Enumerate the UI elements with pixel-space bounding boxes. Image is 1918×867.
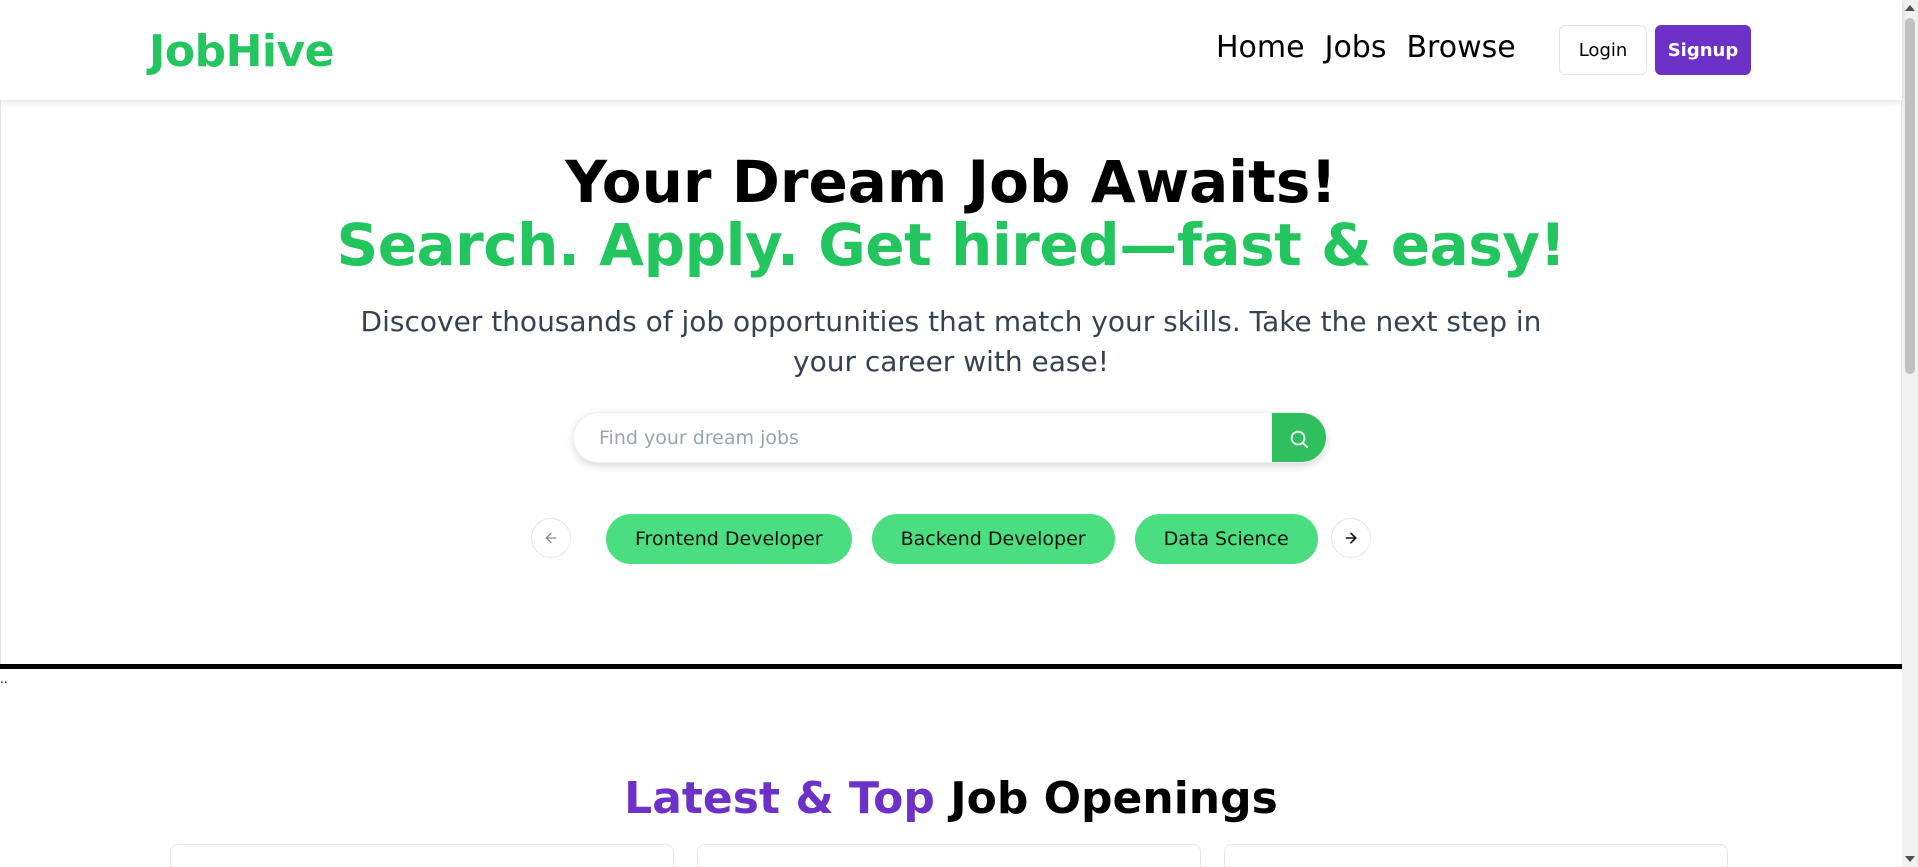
hero-description: Discover thousands of job opportunities … — [360, 305, 1542, 378]
scroll-down-button[interactable] — [1902, 851, 1918, 867]
carousel-prev-button[interactable] — [531, 518, 571, 558]
job-card[interactable] — [1224, 844, 1728, 867]
category-carousel: Frontend Developer Backend Developer Dat… — [606, 514, 1318, 564]
latest-jobs-heading-rest: Job Openings — [950, 773, 1278, 824]
job-card[interactable] — [697, 844, 1201, 867]
hero-title: Your Dream Job Awaits! — [565, 148, 1337, 216]
search-bar — [573, 412, 1327, 463]
category-chip-data-science[interactable]: Data Science — [1134, 514, 1318, 564]
divider-dots: .. — [0, 672, 8, 686]
scroll-up-button[interactable] — [1902, 0, 1918, 16]
section-divider — [0, 664, 1902, 669]
arrow-right-icon — [1345, 532, 1357, 544]
category-chip-backend[interactable]: Backend Developer — [871, 514, 1115, 564]
login-button[interactable]: Login — [1559, 25, 1647, 75]
arrow-left-icon — [545, 532, 557, 544]
search-icon — [1290, 430, 1309, 448]
search-input[interactable] — [574, 413, 1274, 462]
latest-jobs-heading: Latest & Top Job Openings — [0, 772, 1902, 826]
vertical-scrollbar[interactable] — [1902, 0, 1918, 867]
logo[interactable]: JobHive — [149, 26, 335, 77]
page: JobHive Home Jobs Browse Login Signup Yo… — [0, 0, 1902, 867]
navbar: JobHive Home Jobs Browse Login Signup — [0, 0, 1902, 100]
category-chip-frontend[interactable]: Frontend Developer — [606, 514, 852, 564]
job-card[interactable] — [170, 844, 674, 867]
scroll-up-icon — [1905, 5, 1915, 11]
nav-link-browse[interactable]: Browse — [1406, 30, 1515, 65]
nav-link-home[interactable]: Home — [1216, 30, 1305, 65]
search-button[interactable] — [1272, 413, 1326, 462]
carousel-next-button[interactable] — [1331, 518, 1371, 558]
scroll-down-icon — [1905, 856, 1915, 862]
signup-button[interactable]: Signup — [1655, 25, 1751, 75]
scroll-thumb[interactable] — [1905, 18, 1915, 374]
nav-links: Home Jobs Browse — [1216, 30, 1516, 65]
latest-jobs-heading-accent: Latest & Top — [624, 773, 935, 824]
hero-subtitle: Search. Apply. Get hired—fast & easy! — [336, 211, 1566, 279]
nav-link-jobs[interactable]: Jobs — [1325, 30, 1387, 65]
